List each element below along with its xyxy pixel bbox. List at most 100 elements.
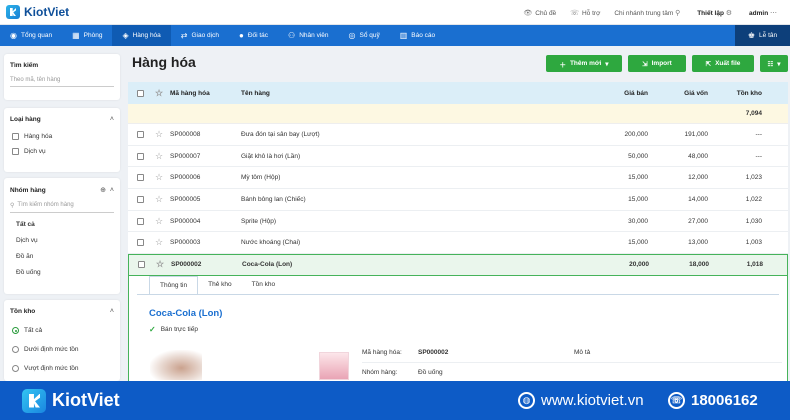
nav-partners[interactable]: ● Đối tác [229, 25, 278, 46]
import-button[interactable]: ⇲ Import [628, 55, 686, 72]
settings-label: Thiết lập [697, 9, 724, 17]
product-image-main[interactable] [150, 350, 202, 380]
checkbox[interactable] [12, 133, 19, 140]
nav-reports[interactable]: ▥ Báo cáo [390, 25, 445, 46]
nav-label: Nhân viên [299, 32, 329, 39]
row-checkbox[interactable] [136, 152, 144, 160]
star-icon[interactable]: ☆ [148, 216, 170, 227]
cell-code: SP000006 [170, 174, 201, 182]
field-group-value: Đồ uống [418, 369, 443, 376]
website-text: www.kiotviet.vn [541, 392, 644, 409]
cell-cost: 48,000 [688, 152, 708, 160]
group-item-all[interactable]: Tất cả [4, 216, 120, 232]
radio[interactable] [12, 346, 19, 353]
table-row[interactable]: ☆ SP000003 Nước khoáng (Chai) 15,000 13,000 1… [128, 232, 788, 255]
theme-link[interactable]: 👁 Chủ đề [523, 9, 556, 17]
cell-cost: 14,000 [688, 195, 708, 203]
nav-rooms[interactable]: ▦ Phòng [62, 25, 112, 46]
import-label: Import [651, 60, 672, 67]
col-price[interactable]: Giá bán [588, 90, 648, 97]
nav-overview[interactable]: ◉ Tổng quan [0, 25, 62, 46]
export-button[interactable]: ⇱ Xuất file [692, 55, 754, 72]
product-image-thumb[interactable] [319, 352, 349, 380]
export-label: Xuất file [715, 60, 741, 67]
row-checkbox[interactable] [136, 174, 144, 182]
help-link[interactable]: ☏ Hỗ trợ [570, 9, 600, 17]
stock-option-below[interactable]: Dưới định mức tồn [4, 340, 120, 359]
group-search-input[interactable]: ⚲ Tìm kiếm nhóm hàng [10, 202, 114, 213]
cell-code: SP000005 [170, 195, 201, 203]
nav-staff[interactable]: ⚇ Nhân viên [278, 25, 338, 46]
col-name[interactable]: Tên hàng [241, 90, 588, 97]
reception-button[interactable]: ♚ Lễ tân [735, 25, 790, 46]
col-stock[interactable]: Tồn kho [708, 90, 762, 97]
table-row[interactable]: ☆ SP000005 Bánh bông lan (Chiếc) 15,000 14,0… [128, 189, 788, 211]
cell-price: 15,000 [628, 239, 648, 247]
star-icon[interactable]: ☆ [149, 259, 171, 270]
type-option-service[interactable]: Dịch vụ [4, 144, 120, 159]
row-checkbox[interactable] [136, 239, 144, 247]
table-row[interactable]: ☆ SP000004 Sprite (Hộp) 30,000 27,000 1,030 [128, 211, 788, 233]
row-checkbox[interactable] [136, 130, 144, 138]
type-panel-header[interactable]: Loại hàng ˄ [4, 108, 120, 123]
radio[interactable] [12, 327, 19, 334]
column-toggle-button[interactable]: ☷ ▾ [760, 55, 788, 72]
chevron-up-icon[interactable]: ˄ [110, 187, 114, 194]
nav-products[interactable]: ◈ Hàng hóa [112, 25, 171, 46]
search-panel-title: Tìm kiếm [10, 62, 39, 69]
cell-name: Đưa đón tại sân bay (Lượt) [241, 130, 320, 138]
star-icon[interactable]: ☆ [148, 194, 170, 205]
radio[interactable] [12, 365, 19, 372]
group-item-food[interactable]: Đồ ăn [4, 248, 120, 264]
logo-icon [22, 388, 46, 413]
stock-panel-header[interactable]: Tồn kho ˄ [4, 300, 120, 315]
type-option-goods[interactable]: Hàng hóa [4, 129, 120, 144]
type-option-label: Hàng hóa [24, 133, 53, 140]
group-search-placeholder: Tìm kiếm nhóm hàng [17, 202, 74, 208]
row-checkbox-cell [132, 130, 148, 138]
branch-link[interactable]: Chi nhánh trung tâm ⚲ [614, 9, 683, 17]
group-item-drink[interactable]: Đồ uống [4, 264, 120, 280]
check-icon: ✓ [149, 324, 156, 334]
tab-inventory[interactable]: Tồn kho [242, 276, 286, 294]
select-all-checkbox[interactable] [136, 89, 144, 97]
stock-option-all[interactable]: Tất cả [4, 321, 120, 340]
add-circle-icon[interactable]: ⊕ [100, 187, 106, 194]
plus-icon: ＋ [559, 61, 566, 69]
checkbox[interactable] [12, 148, 19, 155]
star-icon[interactable]: ☆ [148, 237, 170, 248]
star-icon[interactable]: ☆ [148, 172, 170, 183]
table-row[interactable]: ☆ SP000006 Mỳ tôm (Hộp) 15,000 12,000 1,023 [128, 167, 788, 190]
row-checkbox-cell [133, 261, 149, 269]
nav-label: Đối tác [247, 32, 269, 39]
stock-option-above[interactable]: Vượt định mức tồn [4, 359, 120, 378]
table-row[interactable]: ☆ SP000007 Giặt khô là hơi (Lần) 50,000 48,0… [128, 146, 788, 168]
user-menu[interactable]: admin ⋯ [749, 9, 780, 17]
star-icon[interactable]: ☆ [148, 129, 170, 140]
detail-fields: Mã hàng hóa: SP000002 Mô tả Nhóm hàng: Đ… [362, 343, 782, 383]
table-row[interactable]: ☆ SP000008 Đưa đón tại sân bay (Lượt) 200,0… [128, 124, 788, 146]
row-checkbox[interactable] [136, 217, 144, 225]
col-cost[interactable]: Giá vốn [648, 90, 708, 97]
eye-icon: ◉ [10, 31, 17, 40]
row-checkbox[interactable] [136, 195, 144, 203]
cell-stock: 1,022 [745, 195, 762, 203]
kiotviet-logo[interactable]: KiotViet [6, 5, 69, 19]
row-checkbox[interactable] [137, 261, 145, 269]
cell-code: SP000004 [170, 217, 201, 225]
nav-transactions[interactable]: ⇄ Giao dịch [171, 25, 229, 46]
star-icon[interactable]: ☆ [148, 151, 170, 162]
tab-stock-card[interactable]: Thẻ kho [198, 276, 242, 294]
col-code[interactable]: Mã hàng hóa [170, 90, 241, 97]
add-new-button[interactable]: ＋ Thêm mới ▾ [546, 55, 622, 72]
field-code: Mã hàng hóa: SP000002 Mô tả [362, 343, 782, 363]
settings-link[interactable]: Thiết lập ⚙ [697, 9, 735, 17]
footer-website[interactable]: ◍ www.kiotviet.vn [518, 381, 644, 420]
group-item-service[interactable]: Dịch vụ [4, 232, 120, 248]
tab-info[interactable]: Thông tin [149, 275, 199, 294]
cell-name: Mỳ tôm (Hộp) [241, 174, 281, 182]
table-row-selected[interactable]: ☆ SP000002 Coca-Cola (Lon) 20,000 18,000… [128, 254, 788, 276]
nav-cashbook[interactable]: ◎ Sổ quỹ [339, 25, 390, 46]
product-search-input[interactable]: Theo mã, tên hàng [10, 77, 114, 87]
footer-phone[interactable]: ☏ 18006162 [668, 381, 758, 420]
